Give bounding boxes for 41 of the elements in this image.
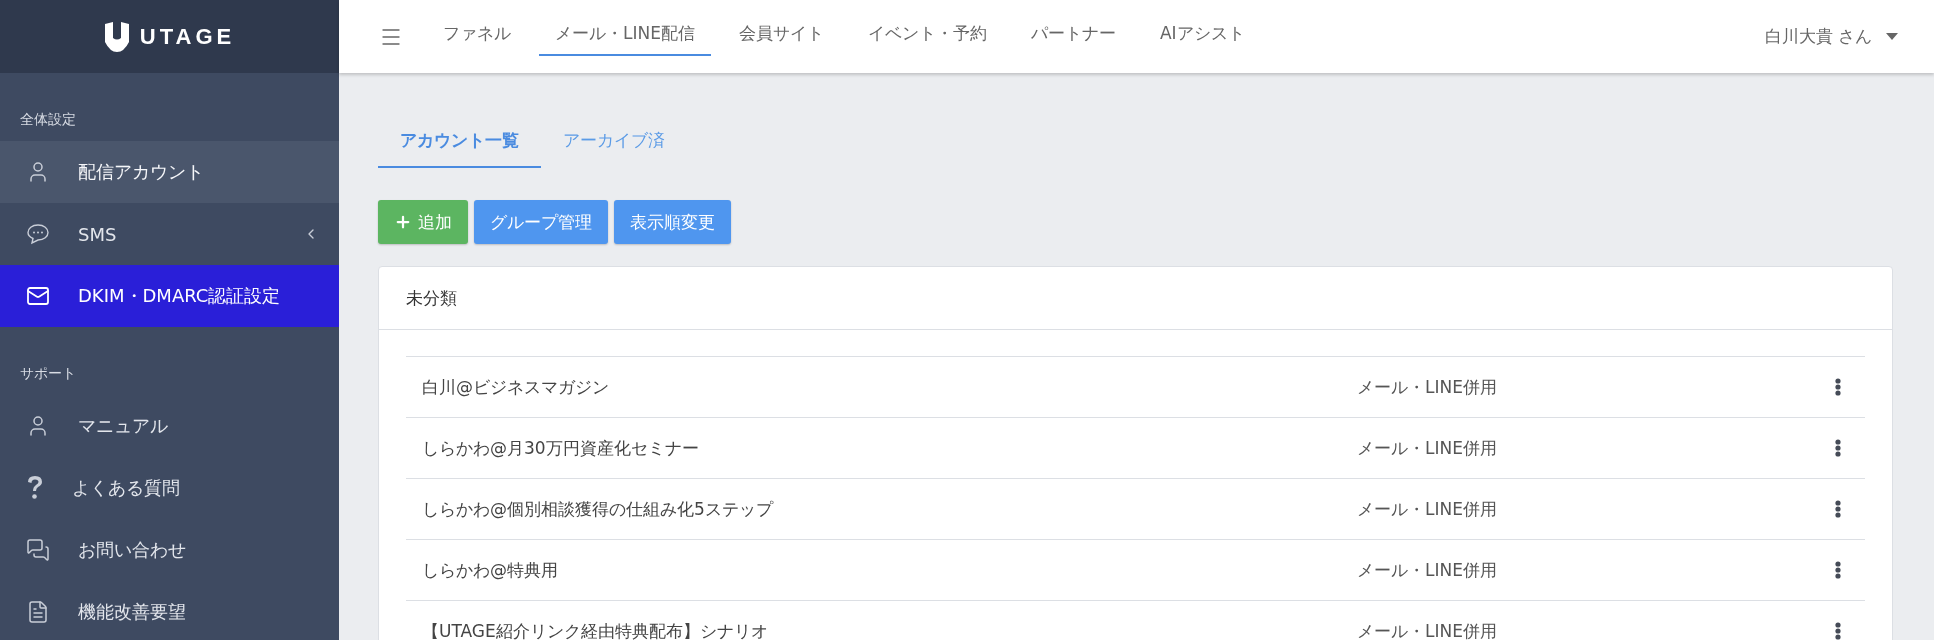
account-name[interactable]: しらかわ@個別相談獲得の仕組み化5ステップ: [422, 497, 1357, 521]
sidebar-item[interactable]: マニュアル: [0, 395, 339, 457]
plus-icon: [394, 213, 412, 231]
nav-tab[interactable]: メール・LINE配信: [539, 12, 711, 56]
vertical-dots-icon: [1835, 561, 1841, 579]
account-type: メール・LINE併用: [1357, 558, 1498, 582]
sidebar-section-title: 全体設定: [19, 110, 77, 129]
sidebar-item[interactable]: 配信アカウント: [0, 141, 339, 203]
nav-tab[interactable]: 会員サイト: [722, 12, 840, 56]
vertical-dots-icon: [1835, 500, 1841, 518]
sidebar-item[interactable]: DKIM・DMARC認証設定: [0, 265, 339, 327]
account-type: メール・LINE併用: [1357, 436, 1498, 460]
group-title: 未分類: [379, 267, 1892, 330]
sidebar-item[interactable]: 機能改善要望: [0, 581, 339, 640]
nav-tab[interactable]: ファネル: [427, 12, 527, 56]
caret-icon: [1886, 33, 1898, 40]
user-menu[interactable]: 白川大貴 さん: [1758, 0, 1904, 73]
account-name[interactable]: 【UTAGE紹介リンク経由特典配布】シナリオ: [422, 619, 1357, 640]
vertical-dots-icon: [1835, 439, 1841, 457]
mail-icon: [26, 284, 50, 308]
nav-tab[interactable]: イベント・予約: [851, 12, 1003, 56]
nav-tab[interactable]: AIアシスト: [1143, 12, 1261, 56]
nav-tab[interactable]: パートナー: [1014, 12, 1132, 56]
sidebar-item[interactable]: お問い合わせ: [0, 519, 339, 581]
chat-icon: [26, 538, 50, 562]
sidebar-item[interactable]: SMS: [0, 203, 339, 265]
vertical-dots-icon: [1835, 622, 1841, 640]
sidebar-section-title: サポート: [19, 364, 77, 383]
logo-icon: [103, 21, 130, 52]
vertical-dots-icon: [1835, 378, 1841, 396]
account-name[interactable]: 白川@ビジネスマガジン: [422, 375, 1357, 399]
account-name[interactable]: しらかわ@特典用: [422, 558, 1357, 582]
question-icon: [26, 475, 44, 501]
document-icon: [26, 600, 50, 624]
account-type: メール・LINE併用: [1357, 375, 1498, 399]
account-type: メール・LINE併用: [1357, 497, 1498, 521]
account-name[interactable]: しらかわ@月30万円資産化セミナー: [422, 436, 1357, 460]
account-type: メール・LINE併用: [1357, 619, 1498, 640]
sidebar-item[interactable]: よくある質問: [0, 457, 339, 519]
sms-bubble-icon: [26, 223, 50, 245]
logo-text: UTAGE: [139, 23, 236, 50]
